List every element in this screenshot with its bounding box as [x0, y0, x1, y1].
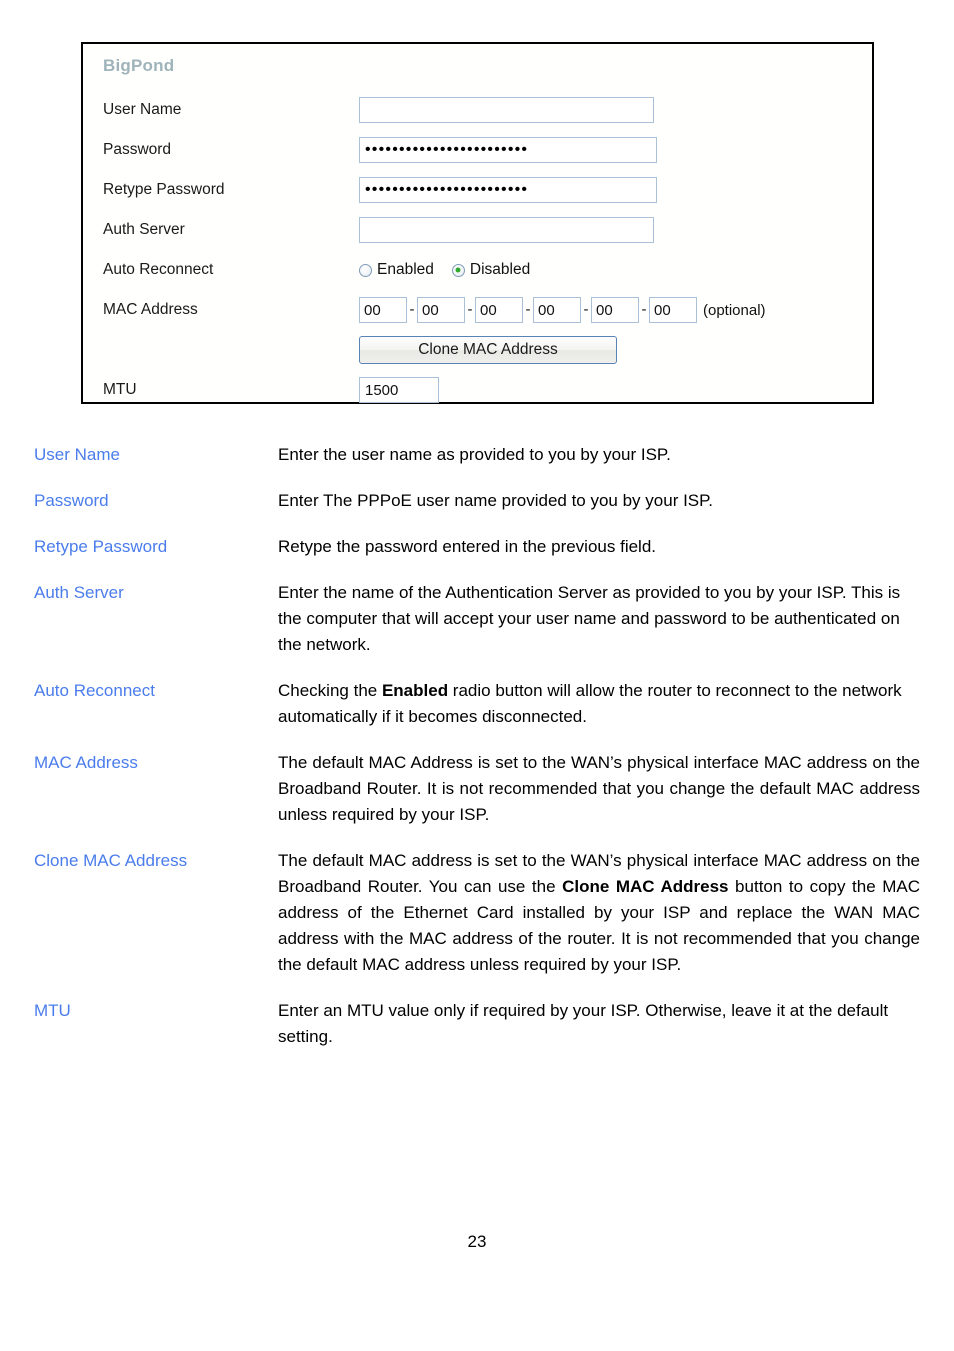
- definition-description: Enter an MTU value only if required by y…: [278, 998, 920, 1050]
- mac-separator: -: [467, 301, 473, 318]
- definition-text-pre: Enter the name of the Authentication Ser…: [278, 583, 901, 654]
- mac-octet-5[interactable]: [591, 297, 639, 323]
- definition-entry: User Name Enter the user name as provide…: [34, 442, 920, 468]
- form-row-password: Password ••••••••••••••••••••••••: [83, 130, 872, 170]
- definition-entry: Retype Password Retype the password ente…: [34, 534, 920, 560]
- control-auto-reconnect: Enabled Disabled: [359, 261, 872, 279]
- mac-separator: -: [641, 301, 647, 318]
- auth-server-input[interactable]: [359, 217, 654, 243]
- label-mac-address: MAC Address: [103, 301, 198, 318]
- definition-entry: MTU Enter an MTU value only if required …: [34, 998, 920, 1050]
- control-mtu: [359, 377, 872, 403]
- control-retype-password: ••••••••••••••••••••••••: [359, 177, 872, 203]
- definition-term: Clone MAC Address: [34, 851, 188, 870]
- definition-term: Password: [34, 491, 109, 510]
- clone-mac-address-button[interactable]: Clone MAC Address: [359, 336, 617, 364]
- mac-octet-4[interactable]: [533, 297, 581, 323]
- form-row-mac-address: MAC Address - - - - - (optional): [83, 290, 872, 330]
- radio-label-enabled: Enabled: [377, 261, 434, 278]
- definition-text-pre: Enter The PPPoE user name provided to yo…: [278, 491, 714, 510]
- control-auth-server: [359, 217, 872, 243]
- form-row-mtu: MTU: [83, 370, 872, 410]
- definition-text-pre: Retype the password entered in the previ…: [278, 537, 657, 556]
- radio-auto-reconnect-enabled[interactable]: Enabled: [359, 261, 434, 279]
- label-auth-server: Auth Server: [103, 221, 185, 238]
- form-row-auth-server: Auth Server: [83, 210, 872, 250]
- page-number: 23: [467, 1232, 487, 1251]
- control-user-name: [359, 97, 872, 123]
- definition-text-bold: Clone MAC Address: [562, 877, 729, 896]
- definition-term: MTU: [34, 1001, 71, 1020]
- panel-title: BigPond: [103, 56, 175, 75]
- definition-text-bold: Enabled: [381, 681, 449, 700]
- form-row-user-name: User Name: [83, 90, 872, 130]
- mac-octet-6[interactable]: [649, 297, 697, 323]
- mac-octet-1[interactable]: [359, 297, 407, 323]
- definition-description: Enter the user name as provided to you b…: [278, 442, 920, 468]
- form-row-clone-mac: Clone MAC Address: [83, 330, 872, 370]
- definition-term: User Name: [34, 445, 120, 464]
- form-row-retype-password: Retype Password ••••••••••••••••••••••••: [83, 170, 872, 210]
- control-clone-mac: Clone MAC Address: [359, 336, 872, 364]
- definition-text-pre: Enter the user name as provided to you b…: [278, 445, 671, 464]
- definition-term: Retype Password: [34, 537, 168, 556]
- mac-octet-3[interactable]: [475, 297, 523, 323]
- mac-separator: -: [525, 301, 531, 318]
- definition-text-pre: Checking the: [278, 681, 382, 700]
- user-name-input[interactable]: [359, 97, 654, 123]
- definition-entry: MAC Address The default MAC Address is s…: [34, 750, 920, 828]
- label-retype-password: Retype Password: [103, 181, 225, 198]
- mac-octet-2[interactable]: [417, 297, 465, 323]
- label-user-name: User Name: [103, 101, 182, 118]
- router-config-screenshot: BigPond User Name Password •••••••••••••…: [81, 42, 874, 404]
- retype-password-input[interactable]: ••••••••••••••••••••••••: [359, 177, 657, 203]
- form-row-auto-reconnect: Auto Reconnect Enabled Disabled: [83, 250, 872, 290]
- radio-label-disabled: Disabled: [469, 261, 531, 278]
- definition-text-pre: Enter an MTU value only if required by y…: [278, 1001, 889, 1046]
- definition-description: Retype the password entered in the previ…: [278, 534, 920, 560]
- definition-term: Auto Reconnect: [34, 681, 155, 700]
- password-input[interactable]: ••••••••••••••••••••••••: [359, 137, 657, 163]
- definition-entry: Password Enter The PPPoE user name provi…: [34, 488, 920, 514]
- label-mtu: MTU: [103, 381, 137, 398]
- field-descriptions-list: User Name Enter the user name as provide…: [34, 442, 920, 1070]
- definition-description: Enter The PPPoE user name provided to yo…: [278, 488, 920, 514]
- definition-text-pre: The default MAC Address is set to the WA…: [278, 753, 920, 824]
- definition-term: MAC Address: [34, 753, 138, 772]
- definition-description: Checking the Enabled radio button will a…: [278, 678, 920, 730]
- mac-separator: -: [583, 301, 589, 318]
- definition-description: Enter the name of the Authentication Ser…: [278, 580, 920, 658]
- radio-checked-icon: [451, 263, 465, 277]
- control-mac-address: - - - - - (optional): [359, 297, 872, 323]
- radio-unchecked-icon: [359, 263, 372, 277]
- definition-description: The default MAC Address is set to the WA…: [278, 750, 920, 828]
- mac-octet-group: - - - - - (optional): [359, 297, 766, 323]
- definition-entry: Clone MAC Address The default MAC addres…: [34, 848, 920, 978]
- label-password: Password: [103, 141, 172, 158]
- definition-entry: Auto Reconnect Checking the Enabled radi…: [34, 678, 920, 730]
- definition-entry: Auth Server Enter the name of the Authen…: [34, 580, 920, 658]
- control-password: ••••••••••••••••••••••••: [359, 137, 872, 163]
- mtu-input[interactable]: [359, 377, 439, 403]
- label-auto-reconnect: Auto Reconnect: [103, 261, 214, 278]
- config-form: User Name Password •••••••••••••••••••••…: [83, 90, 872, 410]
- mac-separator: -: [409, 301, 415, 318]
- auto-reconnect-radio-group: Enabled Disabled: [359, 261, 548, 279]
- radio-auto-reconnect-disabled[interactable]: Disabled: [451, 261, 531, 279]
- mac-optional-note: (optional): [703, 301, 766, 319]
- definition-description: The default MAC address is set to the WA…: [278, 848, 920, 978]
- definition-term: Auth Server: [34, 583, 124, 602]
